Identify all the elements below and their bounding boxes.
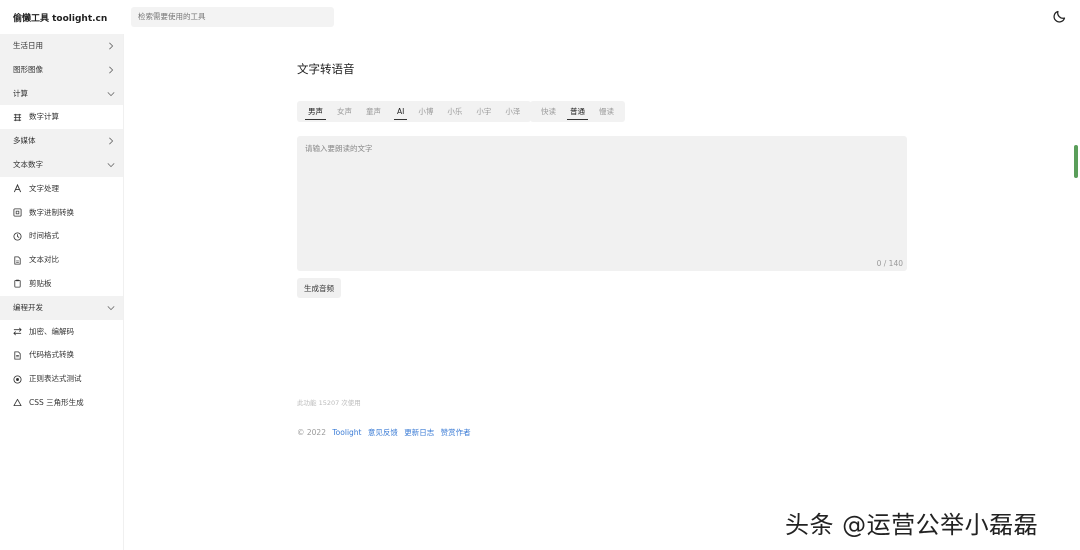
option-voice-xiaoyu[interactable]: 小宇 [469,101,498,122]
text-input-area[interactable]: 请输入要朗读的文字 0 / 140 [297,136,907,271]
sidebar-group-daily[interactable]: 生活日用 [0,34,123,58]
sidebar-group-label: 生活日用 [13,41,43,50]
sidebar-item-text-processing[interactable]: 文字处理 [0,176,123,201]
sidebar-item-base-convert[interactable]: 数字进制转换 [0,200,123,225]
document-compare-icon [14,256,21,265]
clipboard-icon [14,280,21,288]
sidebar-item-css-triangle[interactable]: CSS 三角形生成 [0,390,123,415]
sidebar-group-label: 图形图像 [13,64,43,74]
option-female-voice[interactable]: 女声 [330,101,359,122]
top-bar: 偷懒工具 toolight.cn [0,0,1080,34]
sidebar-item-number-calc[interactable]: 数字计算 [0,105,123,130]
footer-link-donate[interactable]: 赞赏作者 [441,428,471,437]
option-voice-ai[interactable]: AI [390,101,411,122]
option-voice-xiaoze[interactable]: 小泽 [498,101,527,122]
footer-link-toolight[interactable]: Toolight [332,428,361,437]
sidebar-item-label: 剪贴板 [29,278,52,288]
abacus-icon [13,113,22,121]
sidebar-group-graphics[interactable]: 图形图像 [0,57,123,82]
option-speed-normal[interactable]: 普通 [563,101,592,122]
sidebar-item-label: 正则表达式测试 [29,374,82,384]
sidebar-group-text-number[interactable]: 文本数字 [0,152,123,177]
chevron-down-icon [107,91,115,96]
watermark-text: 头条 @运营公举小磊磊 [785,511,1039,539]
moon-icon[interactable] [1052,9,1067,24]
sidebar-item-label: 加密、编解码 [29,326,74,336]
character-counter: 0 / 140 [876,259,903,268]
sidebar-item-regex-test[interactable]: 正则表达式测试 [0,367,123,391]
page-title: 文字转语音 [297,62,355,76]
chevron-down-icon [107,305,115,310]
sidebar-item-label: 数字进制转换 [29,207,74,217]
sidebar-group-label: 编程开发 [13,302,43,312]
option-male-voice[interactable]: 男声 [301,101,330,122]
option-voice-xiaole[interactable]: 小乐 [440,101,469,122]
chevron-right-icon [109,137,114,145]
voice-model-selector: AI 小博 小乐 小宇 小泽 [386,101,532,122]
footer: © 2022 Toolight 意见反馈 更新日志 赞赏作者 [297,427,471,438]
generate-audio-button[interactable]: 生成音频 [297,278,341,298]
sidebar-item-label: 代码格式转换 [29,350,74,360]
sidebar-item-label: 文本对比 [29,255,59,265]
scrollbar-thumb[interactable] [1074,145,1078,178]
speed-selector: 快读 普通 慢读 [530,101,625,122]
sidebar-item-clipboard[interactable]: 剪贴板 [0,271,123,296]
sidebar-group-label: 多媒体 [13,136,36,146]
sidebar-group-label: 文本数字 [13,159,43,169]
usage-count: 此功能 15207 次使用 [297,399,361,407]
sidebar-item-text-compare[interactable]: 文本对比 [0,248,123,272]
chevron-right-icon [109,42,114,50]
sidebar-item-code-format[interactable]: 代码格式转换 [0,343,123,368]
text-a-icon [13,184,22,193]
sidebar-group-programming[interactable]: 编程开发 [0,295,123,320]
code-file-icon [14,351,21,360]
option-child-voice[interactable]: 童声 [359,101,388,122]
sidebar-item-label: 数字计算 [29,112,59,122]
sidebar-item-label: CSS 三角形生成 [29,397,84,407]
voice-gender-selector: 男声 女声 童声 [297,101,392,122]
regex-icon [13,375,22,384]
textarea-placeholder: 请输入要朗读的文字 [305,144,373,153]
sidebar-item-time-format[interactable]: 时间格式 [0,224,123,249]
footer-link-changelog[interactable]: 更新日志 [404,428,434,437]
search-input[interactable] [131,7,334,27]
footer-link-feedback[interactable]: 意见反馈 [368,428,398,437]
copyright-text: © 2022 [297,428,326,437]
option-voice-xiaobo[interactable]: 小博 [411,101,440,122]
sidebar-item-label: 文字处理 [29,183,59,193]
swap-arrows-icon [13,327,22,336]
brand-logo[interactable]: 偷懒工具 toolight.cn [13,11,107,24]
sidebar-group-label: 计算 [13,88,28,98]
sidebar-item-label: 时间格式 [29,231,59,241]
option-speed-slow[interactable]: 慢读 [592,101,621,122]
sidebar-item-encode-decode[interactable]: 加密、编解码 [0,319,123,344]
clock-icon [13,232,22,241]
chevron-down-icon [107,163,115,168]
option-speed-fast[interactable]: 快读 [534,101,563,122]
binary-icon [13,208,22,217]
sidebar-group-calc[interactable]: 计算 [0,81,123,106]
chevron-right-icon [109,66,114,74]
sidebar: 生活日用 图形图像 计算 数字计算 多媒体 文本数字 文字处理 数字进制转换 时… [0,34,124,550]
sidebar-group-multimedia[interactable]: 多媒体 [0,129,123,153]
triangle-icon [13,399,22,407]
